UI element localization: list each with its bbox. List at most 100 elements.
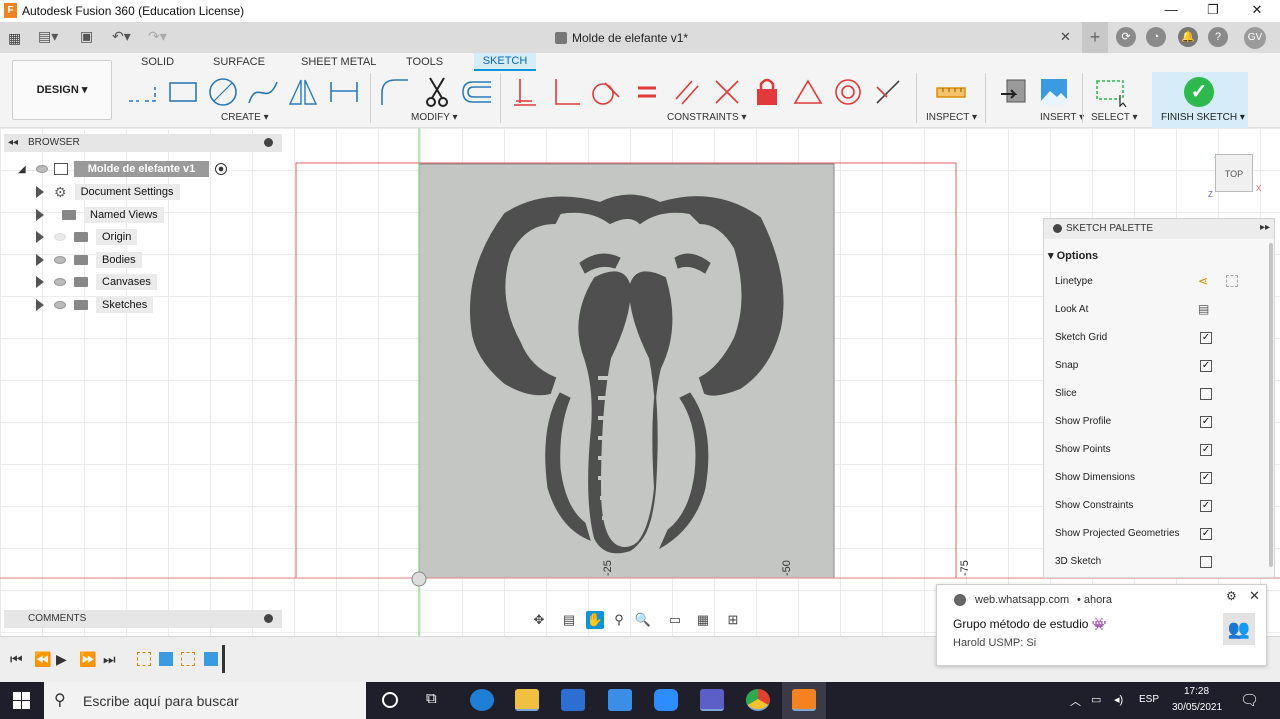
mirror-tool-icon[interactable] [286, 75, 320, 109]
timeline-body-feature-icon[interactable] [159, 652, 173, 666]
checkbox-3d-sketch[interactable] [1200, 556, 1212, 568]
volume-icon[interactable]: ◂) [1114, 693, 1123, 706]
cortana-icon[interactable] [382, 692, 398, 708]
mail-icon[interactable] [608, 689, 632, 711]
palette-options-icon[interactable] [1053, 224, 1062, 233]
toast-notification[interactable]: web.whatsapp.com • ahora ⚙ ✕ Grupo métod… [936, 584, 1267, 666]
visibility-eye-icon[interactable] [54, 255, 66, 264]
save-icon[interactable]: ▣ [80, 28, 93, 45]
collapse-browser-icon[interactable]: ◂◂ [8, 137, 18, 148]
visibility-eye-icon[interactable] [35, 165, 48, 173]
coincident-constraint-icon[interactable] [549, 75, 583, 109]
clock-time[interactable]: 17:28 [1184, 686, 1209, 697]
tab-tools[interactable]: TOOLS [406, 56, 443, 68]
grid-settings-icon[interactable]: ▦ [694, 611, 712, 629]
help-icon[interactable]: ? [1208, 27, 1228, 47]
parallel-constraint-icon[interactable] [670, 75, 704, 109]
display-settings-icon[interactable]: ▭ [666, 611, 684, 629]
close-tab-icon[interactable]: ✕ [1060, 29, 1071, 45]
network-icon[interactable]: ▭ [1091, 693, 1101, 706]
extensions-icon[interactable]: ⟳ [1116, 27, 1136, 47]
visibility-eye-icon[interactable] [54, 233, 66, 241]
chrome-taskbar-icon[interactable] [746, 689, 770, 711]
expand-arrow-icon[interactable] [36, 253, 44, 266]
step-back-icon[interactable]: ⏪ [34, 651, 51, 668]
add-comment-icon[interactable] [264, 614, 273, 623]
expand-arrow-icon[interactable] [36, 276, 44, 288]
taskbar-search-box[interactable]: ⚲ Escribe aquí para buscar [44, 682, 366, 719]
look-at-icon[interactable]: ▤ [1198, 302, 1209, 316]
tab-sketch[interactable]: SKETCH [474, 53, 536, 71]
browser-options-icon[interactable] [264, 138, 273, 147]
viewcube-top-face[interactable]: TOP [1215, 154, 1253, 192]
modify-group-label[interactable]: MODIFY ▾ [411, 112, 458, 123]
edge-icon[interactable] [470, 689, 494, 711]
play-icon[interactable]: ▶ [56, 651, 67, 668]
browser-node-bodies[interactable]: Bodies [36, 251, 142, 269]
notification-settings-icon[interactable]: ⚙ [1226, 589, 1237, 603]
browser-node-named-views[interactable]: Named Views [36, 206, 164, 224]
rectangle-tool-icon[interactable] [166, 75, 200, 109]
perpendicular-constraint-icon[interactable] [710, 75, 744, 109]
notifications-bell-icon[interactable]: 🔔 [1178, 27, 1198, 47]
step-forward-icon[interactable]: ⏩ [79, 651, 96, 668]
create-group-label[interactable]: CREATE ▾ [221, 112, 269, 123]
expand-arrow-icon[interactable] [36, 208, 44, 221]
file-menu-icon[interactable]: ▤▾ [38, 28, 58, 45]
symmetry-constraint-icon[interactable] [871, 75, 905, 109]
language-indicator[interactable]: ESP [1139, 694, 1159, 705]
teams-icon[interactable] [700, 689, 724, 711]
measure-ruler-icon[interactable] [934, 75, 968, 109]
tray-overflow-icon[interactable]: ︿ [1070, 693, 1081, 709]
options-section-header[interactable]: ▾ Options [1048, 249, 1098, 262]
checkbox-show-points[interactable]: ✓ [1200, 444, 1212, 456]
checkbox-sketch-grid[interactable]: ✓ [1200, 332, 1212, 344]
browser-root-node[interactable]: ◢ Molde de elefante v1 [18, 160, 228, 178]
zoom-window-icon[interactable]: 🔍 [634, 611, 652, 629]
data-panel-grid-icon[interactable]: ▦ [8, 30, 21, 47]
workspace-design-button[interactable]: DESIGN ▾ [12, 60, 112, 120]
file-explorer-icon[interactable] [515, 689, 539, 711]
visibility-eye-icon[interactable] [54, 278, 66, 286]
browser-header[interactable]: ◂◂ BROWSER [4, 134, 282, 152]
concentric-constraint-icon[interactable] [831, 75, 865, 109]
browser-node-document-settings[interactable]: ⚙ Document Settings [36, 183, 180, 201]
checkbox-show-dimensions[interactable]: ✓ [1200, 472, 1212, 484]
expand-palette-icon[interactable]: ▸▸ [1260, 222, 1270, 233]
microsoft-store-icon[interactable] [561, 689, 585, 711]
offset-tool-icon[interactable] [459, 75, 493, 109]
checkbox-snap[interactable]: ✓ [1200, 360, 1212, 372]
spline-tool-icon[interactable] [246, 75, 280, 109]
pan-hand-icon[interactable]: ✋ [586, 611, 604, 629]
finish-sketch-button[interactable]: ✓ FINISH SKETCH ▾ [1152, 72, 1248, 128]
new-tab-button[interactable]: + [1082, 22, 1108, 53]
document-tab[interactable]: Molde de elefante v1* [555, 31, 688, 45]
tab-surface[interactable]: SURFACE [213, 56, 265, 68]
equal-constraint-icon[interactable] [630, 75, 664, 109]
maximize-button[interactable]: ❐ [1192, 0, 1234, 22]
midpoint-constraint-icon[interactable] [791, 75, 825, 109]
timeline-canvas-feature-icon[interactable] [204, 652, 218, 666]
palette-scrollbar[interactable] [1269, 243, 1273, 567]
minimize-button[interactable]: — [1150, 0, 1192, 22]
checkbox-show-projected-geometries[interactable]: ✓ [1200, 528, 1212, 540]
orbit-icon[interactable]: ✥ [530, 611, 548, 629]
linetype-construction-icon[interactable]: ⋖ [1198, 274, 1208, 288]
browser-node-sketches[interactable]: Sketches [36, 296, 154, 314]
expand-arrow-icon[interactable] [36, 186, 44, 198]
trim-scissors-icon[interactable] [420, 75, 454, 109]
checkbox-show-constraints[interactable]: ✓ [1200, 500, 1212, 512]
line-tool-icon[interactable] [126, 75, 160, 109]
fix-lock-icon[interactable] [750, 75, 784, 109]
go-to-start-icon[interactable]: ⏮ [10, 651, 23, 668]
windows-start-icon[interactable] [13, 692, 30, 709]
job-status-icon[interactable]: ◔ [1146, 27, 1166, 47]
go-to-end-icon[interactable]: ⏭ [103, 651, 116, 668]
circle-tool-icon[interactable] [206, 75, 240, 109]
fusion-taskbar-icon[interactable] [792, 689, 816, 711]
horizontal-vertical-constraint-icon[interactable] [508, 75, 542, 109]
user-avatar[interactable]: GV [1244, 27, 1266, 49]
timeline-sketch-feature-icon[interactable] [181, 652, 195, 666]
look-at-icon[interactable]: ▤ [560, 611, 578, 629]
viewcube[interactable]: Y TOP X Z [1208, 144, 1268, 204]
